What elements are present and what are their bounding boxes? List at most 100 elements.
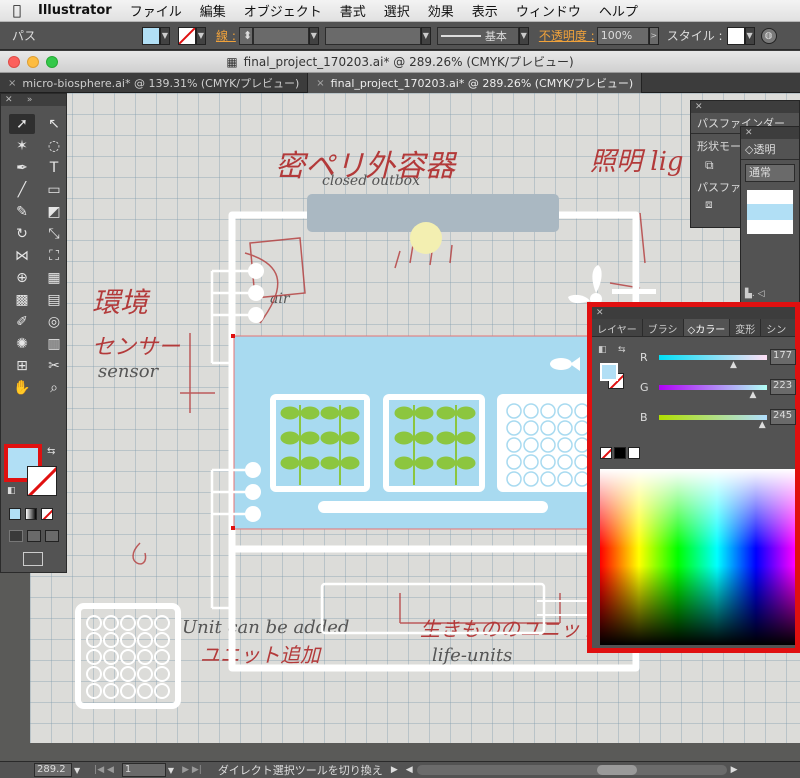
r-slider[interactable] <box>659 355 767 360</box>
sensor-node[interactable] <box>248 285 264 301</box>
zoom-tool-icon[interactable]: ⌕ <box>41 378 67 398</box>
none-swatch[interactable] <box>600 447 612 459</box>
panel-header[interactable]: ✕ <box>592 307 795 319</box>
sensor-node[interactable] <box>245 462 261 478</box>
blend-tool-icon[interactable]: ◎ <box>41 312 67 332</box>
r-slider-thumb[interactable]: ▲ <box>730 360 737 370</box>
close-tab-icon[interactable]: × <box>316 78 324 89</box>
scale-tool-icon[interactable]: ⤡ <box>41 224 67 244</box>
menu-effect[interactable]: 効果 <box>419 1 463 20</box>
perspective-grid-tool-icon[interactable]: ▦ <box>41 268 67 288</box>
bubble-unit[interactable] <box>497 394 597 492</box>
stroke-label[interactable]: 線 : <box>216 27 236 44</box>
gradient-mode-button[interactable] <box>25 508 37 520</box>
close-tab-icon[interactable]: × <box>8 78 16 89</box>
menu-view[interactable]: 表示 <box>463 1 507 20</box>
swap-fill-stroke-icon[interactable]: ⇆ <box>47 446 55 457</box>
b-slider-thumb[interactable]: ▲ <box>759 420 766 430</box>
fill-swatch[interactable] <box>142 26 160 45</box>
default-colors-icon[interactable]: ◧ <box>598 345 607 355</box>
tab-micro-biosphere[interactable]: × micro-biosphere.ai* @ 139.31% (CMYK/プレ… <box>0 73 309 93</box>
transparency-footer-icons[interactable]: ▙. ◁ <box>745 289 765 299</box>
opacity-thumbnail[interactable] <box>747 190 793 234</box>
scroll-right-button[interactable]: ▶ <box>731 765 738 775</box>
opacity-dropdown[interactable]: > <box>648 26 659 45</box>
spare-bubble-module[interactable] <box>75 603 181 709</box>
lasso-tool-icon[interactable]: ◌ <box>41 136 67 156</box>
line-tool-icon[interactable]: ╱ <box>9 180 35 200</box>
b-value-field[interactable]: 245 <box>770 409 796 425</box>
transparency-title[interactable]: ◇透明 <box>741 139 799 160</box>
zoom-field[interactable]: 289.2 <box>34 763 72 777</box>
rotate-tool-icon[interactable]: ↻ <box>9 224 35 244</box>
swap-colors-icon[interactable]: ⇆ <box>618 345 626 355</box>
artboard-number-field[interactable]: 1 <box>121 763 166 777</box>
fill-dropdown[interactable]: ▼ <box>160 26 170 45</box>
white-swatch[interactable] <box>628 447 640 459</box>
eyedropper-tool-icon[interactable]: ✐ <box>9 312 35 332</box>
r-value-field[interactable]: 177 <box>770 349 796 365</box>
scrollbar-thumb[interactable] <box>596 765 637 775</box>
slice-tool-icon[interactable]: ✂ <box>41 356 67 376</box>
panel-header[interactable]: ✕ <box>741 127 799 139</box>
recolor-icon[interactable]: ◍ <box>760 27 777 44</box>
screen-mode-icon[interactable] <box>23 552 43 566</box>
tab-final-project[interactable]: × final_project_170203.ai* @ 289.26% (CM… <box>308 73 643 93</box>
panel-fill-swatch[interactable] <box>600 363 618 381</box>
apple-icon[interactable]:  <box>0 3 34 19</box>
menu-object[interactable]: オブジェクト <box>235 1 331 20</box>
panel-header[interactable]: ✕ <box>691 101 799 113</box>
scroll-left-button[interactable]: ◀ <box>406 765 413 775</box>
tab-color[interactable]: ◇カラー <box>683 319 731 336</box>
g-slider-thumb[interactable]: ▲ <box>750 390 757 400</box>
black-swatch[interactable] <box>614 447 626 459</box>
opacity-field[interactable]: 100% <box>596 26 649 45</box>
stroke-color-box[interactable] <box>27 466 57 496</box>
tab-symbols[interactable]: シン <box>761 319 791 336</box>
stroke-weight-dropdown[interactable]: ▼ <box>308 26 319 45</box>
paintbrush-tool-icon[interactable]: ✎ <box>9 202 35 222</box>
rectangle-tool-icon[interactable]: ▭ <box>41 180 67 200</box>
zoom-window-button[interactable] <box>46 56 58 68</box>
draw-behind-icon[interactable] <box>27 530 41 542</box>
symbol-sprayer-tool-icon[interactable]: ✺ <box>9 334 35 354</box>
free-transform-tool-icon[interactable]: ⛶ <box>41 246 67 266</box>
draw-normal-icon[interactable] <box>9 530 23 542</box>
menu-type[interactable]: 書式 <box>331 1 375 20</box>
anchor-point[interactable] <box>231 334 235 338</box>
variable-width-field[interactable] <box>324 26 421 45</box>
draw-inside-icon[interactable] <box>45 530 59 542</box>
tab-layers[interactable]: レイヤー <box>592 319 643 336</box>
next-artboard-button[interactable]: ▶ ▶| <box>182 765 202 775</box>
stroke-stepper[interactable]: ⬍ <box>238 26 253 45</box>
none-mode-button[interactable] <box>41 508 53 520</box>
status-arrow-icon[interactable]: ▶ <box>391 765 398 775</box>
brush-stroke-field[interactable]: 基本 <box>436 26 519 45</box>
direct-selection-tool-icon[interactable]: ↖ <box>41 114 67 134</box>
water-level-bar[interactable] <box>318 501 548 513</box>
stroke-weight-field[interactable] <box>252 26 309 45</box>
sensor-node[interactable] <box>245 506 261 522</box>
hand-tool-icon[interactable]: ✋ <box>9 378 35 398</box>
artboard-dropdown[interactable]: ▼ <box>168 766 174 775</box>
sensor-node[interactable] <box>248 307 264 323</box>
brush-dropdown[interactable]: ▼ <box>518 26 529 45</box>
zoom-dropdown[interactable]: ▼ <box>74 766 80 775</box>
g-value-field[interactable]: 223 <box>770 379 796 395</box>
tools-panel-header[interactable]: ✕ » <box>1 94 66 106</box>
shape-builder-tool-icon[interactable]: ⊕ <box>9 268 35 288</box>
stroke-swatch[interactable] <box>178 26 196 45</box>
default-colors-icon[interactable]: ◧ <box>7 486 16 496</box>
opacity-label[interactable]: 不透明度 : <box>539 27 595 44</box>
color-mode-button[interactable] <box>9 508 21 520</box>
blend-mode-dropdown[interactable]: 通常 <box>745 164 795 182</box>
menu-edit[interactable]: 編集 <box>191 1 235 20</box>
variable-width-dropdown[interactable]: ▼ <box>420 26 431 45</box>
pen-tool-icon[interactable]: ✒ <box>9 158 35 178</box>
sensor-node[interactable] <box>248 263 264 279</box>
b-slider[interactable] <box>659 415 767 420</box>
menu-app[interactable]: Illustrator <box>34 3 121 18</box>
horizontal-scrollbar[interactable] <box>416 765 727 775</box>
tab-brushes[interactable]: ブラシ <box>643 319 684 336</box>
color-spectrum[interactable] <box>600 469 795 645</box>
